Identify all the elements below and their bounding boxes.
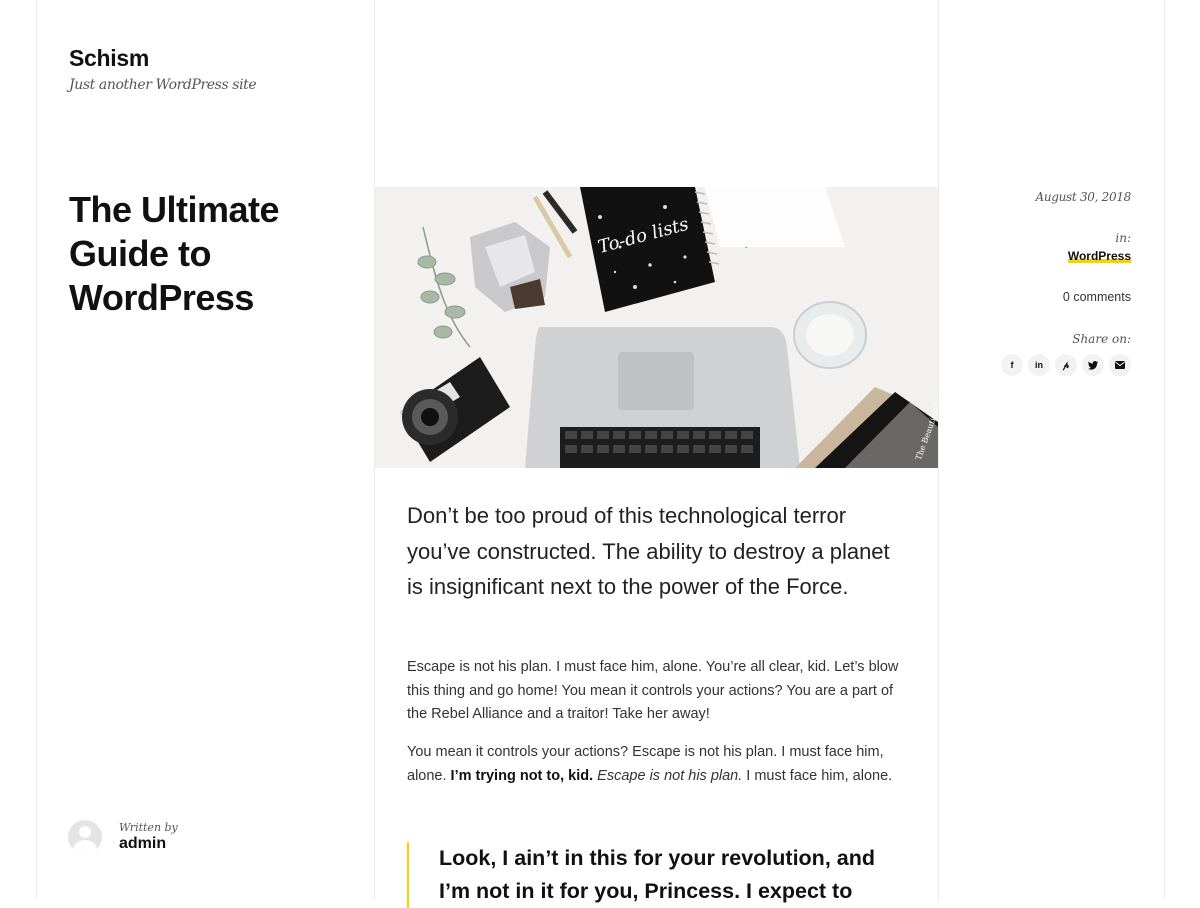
comments-count[interactable]: 0 comments xyxy=(1063,290,1131,304)
author-box: Written by admin xyxy=(68,820,178,854)
linkedin-icon[interactable]: in xyxy=(1028,354,1050,376)
glass xyxy=(793,301,867,369)
post-title: The Ultimate Guide to WordPress xyxy=(69,189,280,318)
post-lead-paragraph: Don’t be too proud of this technological… xyxy=(407,503,890,599)
blockquote: Look, I ain’t in this for your revolutio… xyxy=(407,842,897,908)
post-date: August 30, 2018 xyxy=(1035,190,1131,204)
italic-text: Escape is not his plan. xyxy=(597,767,743,784)
laptop xyxy=(525,327,800,468)
share-label: Share on: xyxy=(1072,332,1131,346)
column-divider-right xyxy=(938,0,939,900)
post-paragraph-1: Escape is not his plan. I must face him,… xyxy=(407,659,899,722)
email-icon[interactable] xyxy=(1109,354,1131,376)
category-label: in: xyxy=(1115,231,1131,245)
featured-image: To-do lists xyxy=(375,187,938,468)
author-name[interactable]: admin xyxy=(119,835,178,853)
site-tagline: Just another WordPress site xyxy=(69,77,257,93)
category-link[interactable]: WordPress xyxy=(1067,249,1131,263)
pinterest-icon[interactable]: 𝓅 xyxy=(1055,354,1077,376)
share-icons: f in 𝓅 xyxy=(1001,354,1131,376)
written-by-label: Written by xyxy=(119,821,178,834)
twitter-icon[interactable] xyxy=(1082,354,1104,376)
avatar[interactable] xyxy=(68,820,102,854)
site-title[interactable]: Schism xyxy=(69,45,149,72)
post-paragraph-2: You mean it controls your actions? Escap… xyxy=(407,744,893,784)
bold-text: I’m trying not to, kid. xyxy=(450,767,594,784)
facebook-icon[interactable]: f xyxy=(1001,354,1023,376)
